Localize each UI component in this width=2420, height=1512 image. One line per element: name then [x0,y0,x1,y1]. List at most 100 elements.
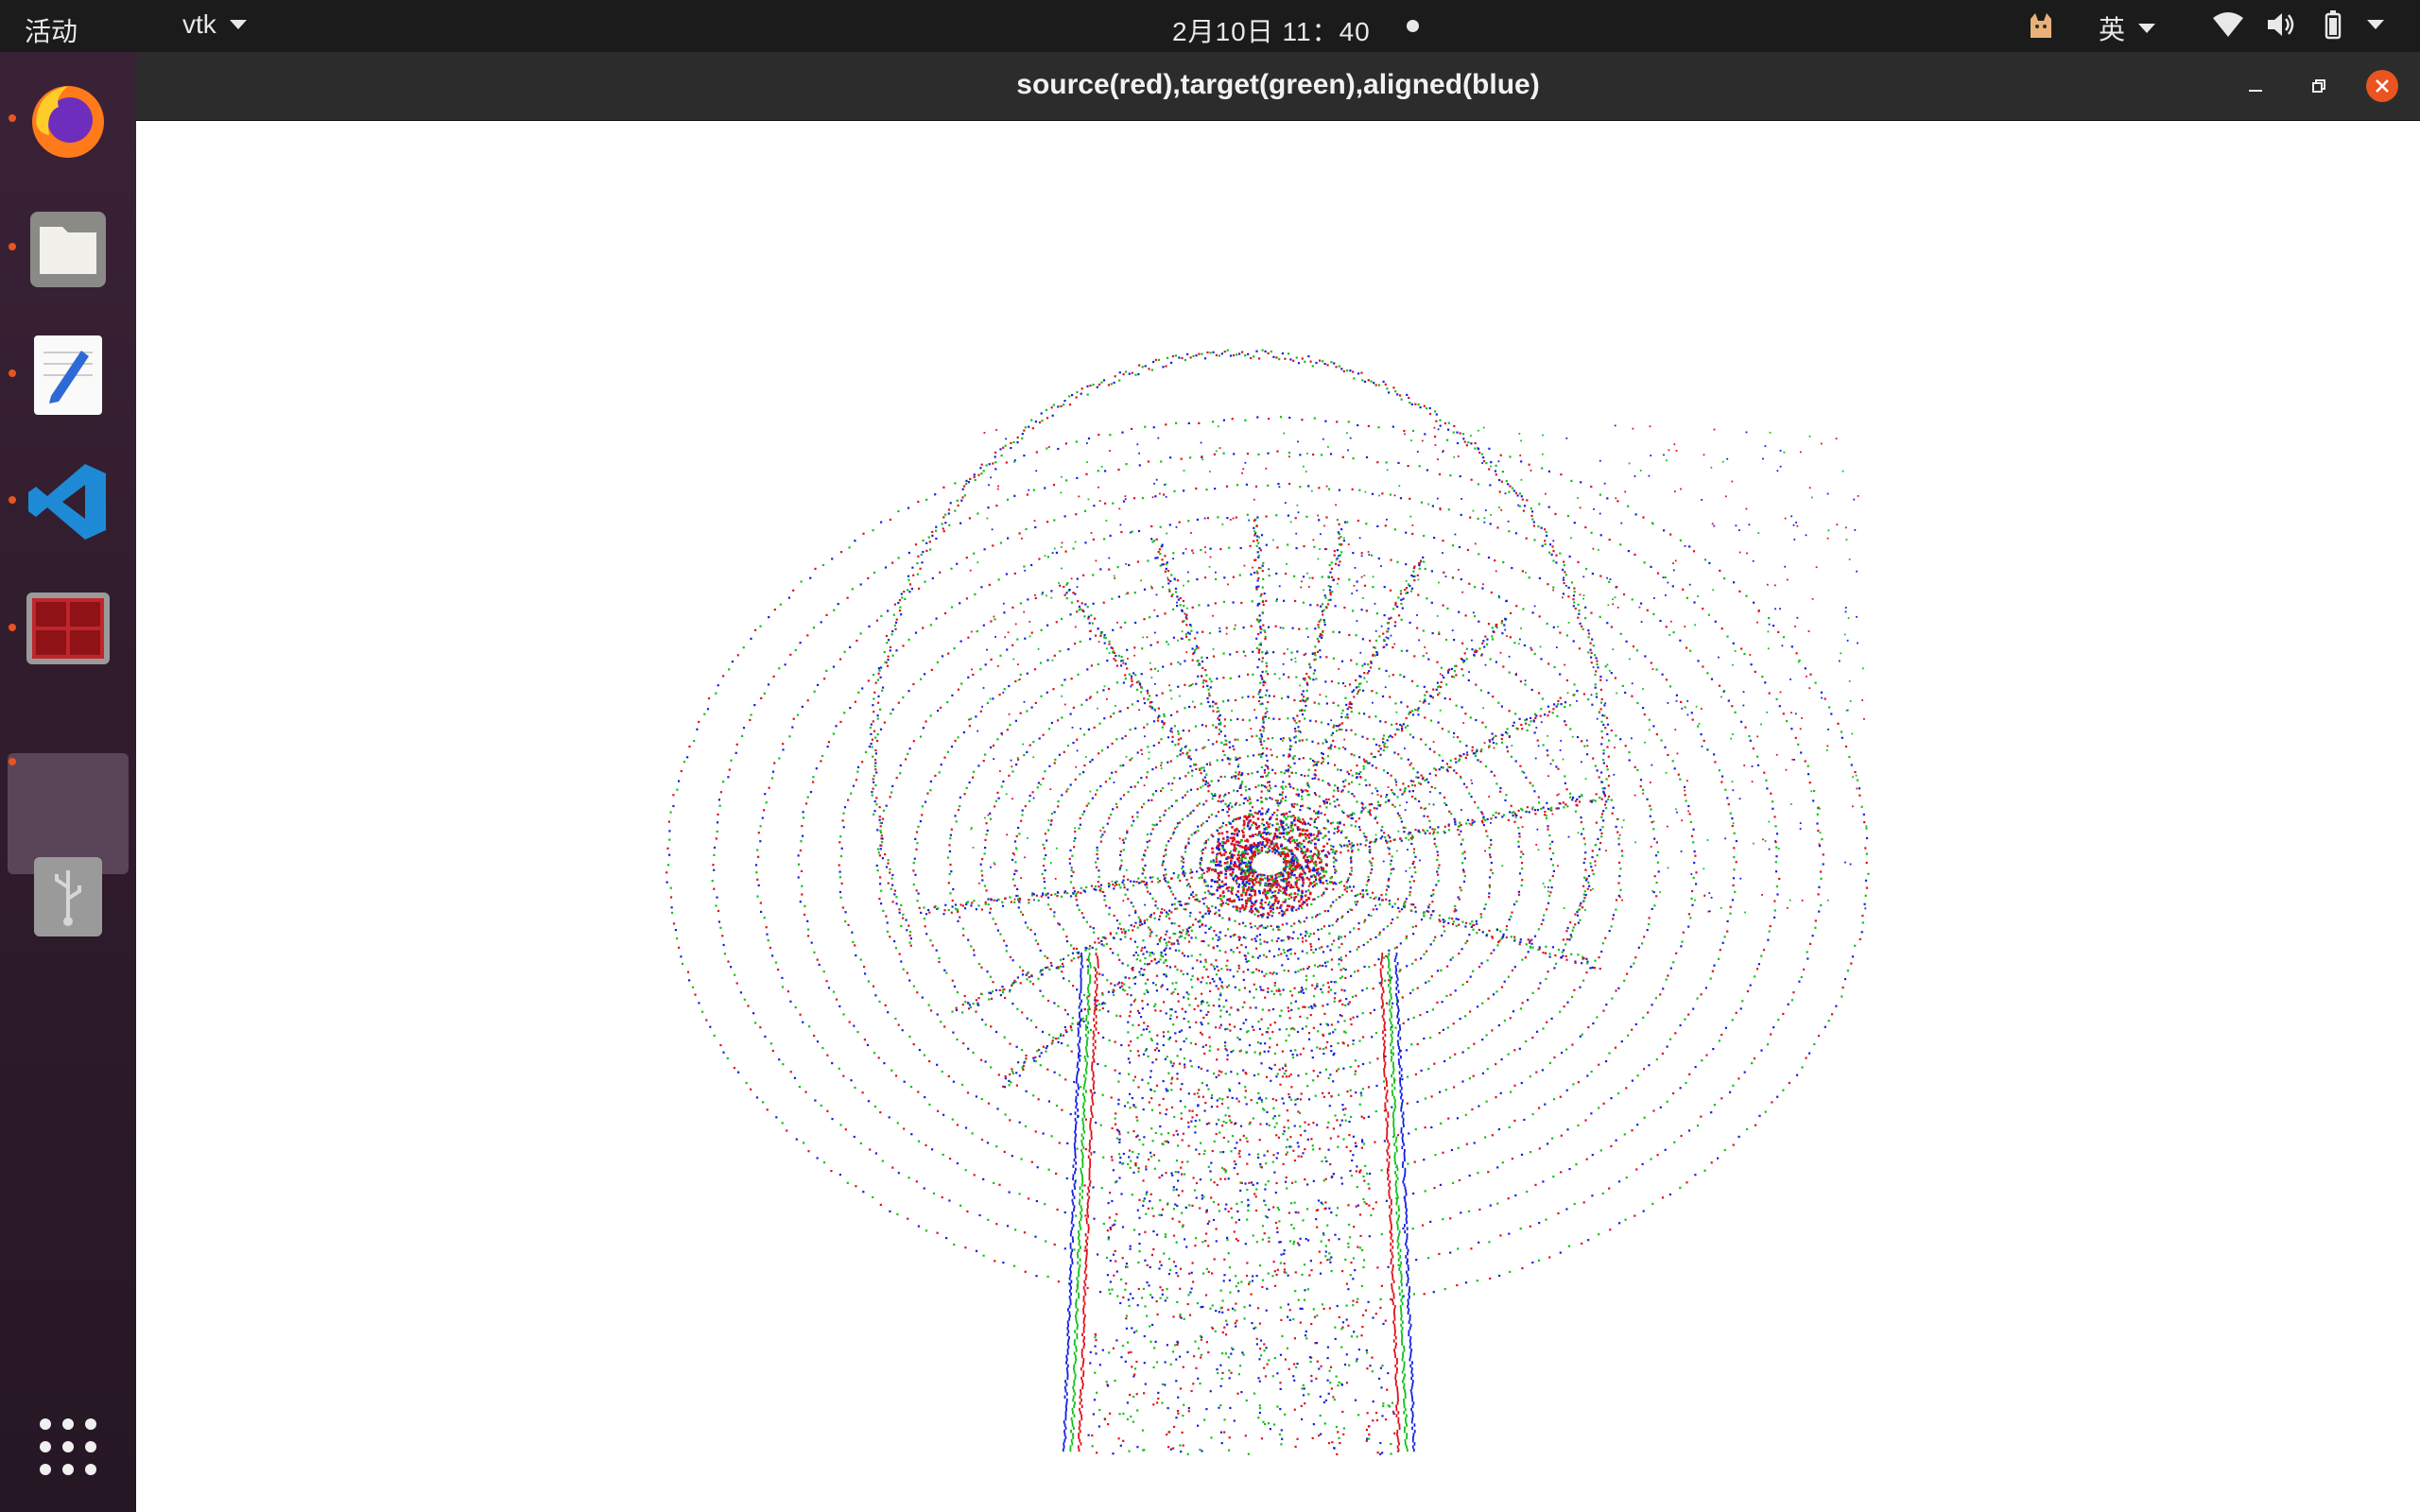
point [1478,1208,1481,1211]
point [1758,1114,1761,1117]
point [1138,682,1141,685]
point [1521,868,1524,870]
point [1357,946,1360,949]
point [1086,668,1089,671]
point [1484,726,1487,729]
cat-tray-icon[interactable] [2025,9,2057,42]
point [1720,775,1724,778]
point [1228,917,1231,919]
clock[interactable]: 2月10日 11：40 [1172,11,1371,49]
point [1224,951,1227,954]
point [1349,1236,1352,1239]
point [1292,815,1295,817]
point [1275,755,1278,759]
window-titlebar[interactable]: source(red),target(green),aligned(blue) [136,52,2420,121]
activities-button[interactable]: 活动 [25,11,78,49]
point [1590,485,1593,489]
vtk-window-icon[interactable] [19,763,117,861]
point [1196,631,1199,634]
point [1314,627,1317,630]
point [1603,787,1606,790]
point [1097,1253,1099,1256]
point [666,881,668,884]
point [1127,964,1130,967]
point [842,1074,845,1077]
app-menu[interactable]: vtk [182,9,247,40]
point [1628,759,1631,762]
point [1684,1018,1686,1021]
point [1188,706,1191,709]
close-button[interactable] [2365,69,2399,103]
point [1438,632,1441,635]
point [838,864,840,867]
point [1020,1158,1023,1160]
point [1496,526,1499,529]
point [1489,484,1492,487]
point [1025,1054,1028,1057]
point [1692,550,1696,553]
point [1062,928,1064,931]
point [951,899,954,902]
vscode-icon[interactable] [19,453,117,551]
text-editor-icon[interactable] [19,326,117,424]
point [1209,547,1212,550]
point [1282,754,1285,757]
point [1084,603,1087,606]
point [1026,750,1028,753]
point [990,1066,993,1069]
point [1506,746,1509,748]
point [799,901,802,903]
point [1262,954,1265,956]
point [1106,746,1109,748]
point [1500,1058,1503,1061]
point [1136,699,1139,703]
show-applications-icon[interactable] [19,1398,117,1496]
point [985,822,988,825]
point [1538,576,1541,579]
point [1219,630,1221,633]
point [1275,599,1278,603]
render-canvas[interactable] [136,121,2420,1512]
point [1347,876,1350,880]
input-method-menu[interactable]: 英 [2099,9,2156,47]
point [851,931,854,934]
point [916,991,919,994]
point [1294,1049,1297,1052]
usb-drive-icon[interactable] [19,848,117,946]
point [1231,806,1234,809]
restore-button[interactable] [2302,69,2336,103]
point [1171,593,1174,596]
terminal-icon[interactable] [19,579,117,678]
minimize-button[interactable] [2238,69,2273,103]
files-icon[interactable] [19,198,117,297]
firefox-icon[interactable] [19,71,117,169]
point [907,1217,909,1220]
point [1577,1081,1580,1084]
point [1515,605,1518,608]
point [713,853,716,856]
point [1261,678,1264,680]
point [1566,515,1569,518]
point [1340,1119,1343,1122]
point [1093,1217,1096,1220]
system-menu[interactable] [2212,9,2384,40]
point [1176,1300,1179,1303]
point [1332,861,1336,864]
point [889,1210,891,1212]
point [1116,566,1119,569]
point [1210,813,1213,816]
point [1279,416,1283,419]
point [1097,937,1099,940]
point [1111,771,1114,774]
point [1737,1135,1740,1138]
point [1484,1136,1487,1139]
point [666,871,668,874]
point [859,958,862,961]
point [1092,602,1095,605]
point [1180,457,1183,460]
point [1443,1059,1446,1063]
point [1258,737,1261,740]
point [1423,1037,1426,1040]
point [747,1005,750,1007]
point [1451,544,1455,547]
